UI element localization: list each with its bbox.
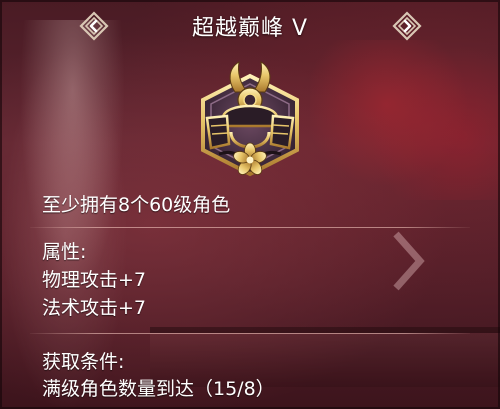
divider-bottom xyxy=(30,333,470,334)
diamond-right-arrow-icon xyxy=(392,11,422,41)
chevron-right-icon[interactable] xyxy=(388,230,428,292)
achievement-title: 超越巅峰 V xyxy=(191,16,309,41)
divider-top xyxy=(30,227,470,228)
achievement-requirement: 至少拥有8个60级角色 xyxy=(42,194,231,216)
achievement-panel: 超越巅峰 V 至少拥有8个60级角色 属性: 物理攻击+7 法术攻击+7 获取条… xyxy=(0,0,500,409)
samurai-helmet-medal-icon xyxy=(201,61,299,177)
attributes-heading: 属性: xyxy=(42,241,87,263)
attribute-magic-attack: 法术攻击+7 xyxy=(42,297,147,319)
diamond-left-arrow-icon xyxy=(79,11,109,41)
obtain-condition-heading: 获取条件: xyxy=(42,351,125,373)
attribute-physical-attack: 物理攻击+7 xyxy=(42,269,147,291)
header: 超越巅峰 V xyxy=(0,0,500,52)
obtain-condition-value: 满级角色数量到达（15/8） xyxy=(42,378,275,400)
previous-achievement-button[interactable] xyxy=(79,11,109,41)
background-maple-tree-art xyxy=(310,40,500,200)
next-achievement-button[interactable] xyxy=(392,11,422,41)
